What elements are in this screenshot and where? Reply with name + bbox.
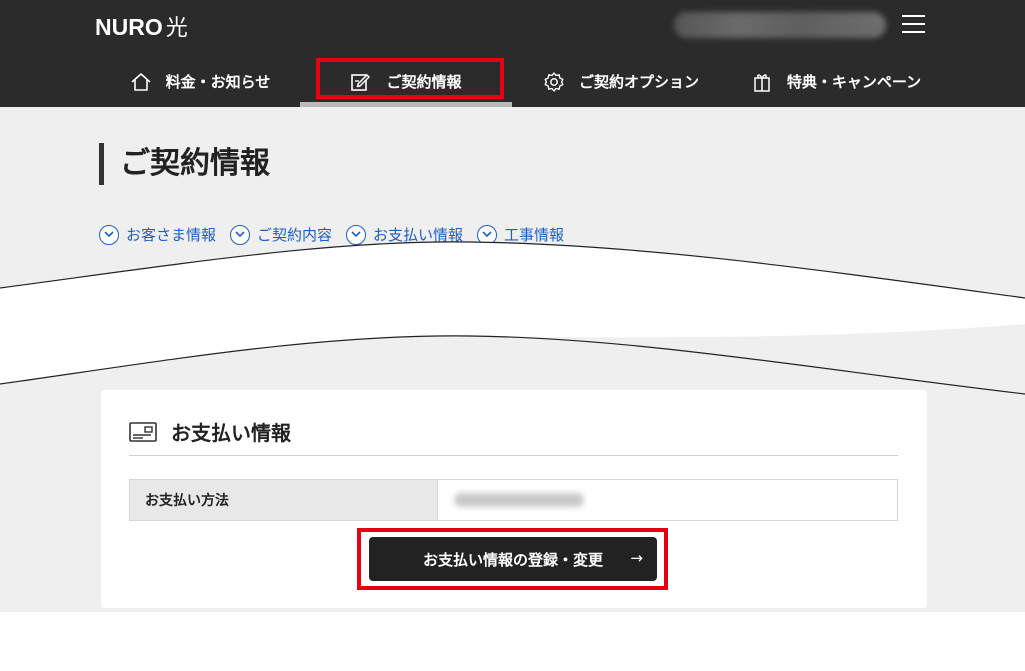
payment-update-button-label: お支払い情報の登録・変更 [422, 550, 603, 569]
edit-document-icon [350, 71, 372, 93]
torn-page-divider [0, 241, 1025, 395]
user-name-blurred [674, 12, 886, 38]
arrow-right-icon: → [630, 549, 643, 567]
logo-text: NURO [95, 14, 163, 40]
payment-update-button[interactable]: お支払い情報の登録・変更 → [369, 537, 657, 581]
site-header: NURO 光 料金・お知らせ ご契約情報 ご契約オプション 特典・キャンペーン [0, 0, 1025, 107]
nuro-logo[interactable]: NURO 光 [95, 10, 188, 42]
nav-item-options[interactable]: ご契約オプション [512, 56, 730, 107]
nav-item-label: 料金・お知らせ [165, 73, 271, 91]
payment-info-title: お支払い情報 [171, 421, 291, 445]
main-nav: 料金・お知らせ ご契約情報 ご契約オプション 特典・キャンペーン [0, 56, 1025, 107]
nav-item-label: 特典・キャンペーン [786, 73, 922, 91]
payment-method-value [438, 480, 897, 520]
card-icon [129, 421, 157, 443]
logo-kanji: 光 [165, 16, 188, 41]
payment-method-label: お支払い方法 [130, 480, 438, 520]
page-title: ご契約情報 [99, 143, 270, 185]
payment-info-header: お支払い情報 [129, 408, 898, 456]
house-icon [130, 71, 152, 93]
nav-item-billing[interactable]: 料金・お知らせ [100, 56, 300, 107]
gift-icon [751, 71, 773, 93]
payment-info-card: お支払い情報 お支払い方法 お支払い情報の登録・変更 → [101, 390, 927, 608]
nav-item-label: ご契約オプション [578, 73, 699, 91]
nav-item-campaign[interactable]: 特典・キャンペーン [730, 56, 942, 107]
nav-item-contract[interactable]: ご契約情報 [300, 56, 512, 107]
hamburger-menu-icon[interactable] [902, 14, 925, 34]
nav-item-label: ご契約情報 [386, 73, 462, 91]
gear-icon [543, 71, 565, 93]
payment-method-blurred [454, 493, 584, 507]
payment-method-row: お支払い方法 [129, 479, 898, 521]
